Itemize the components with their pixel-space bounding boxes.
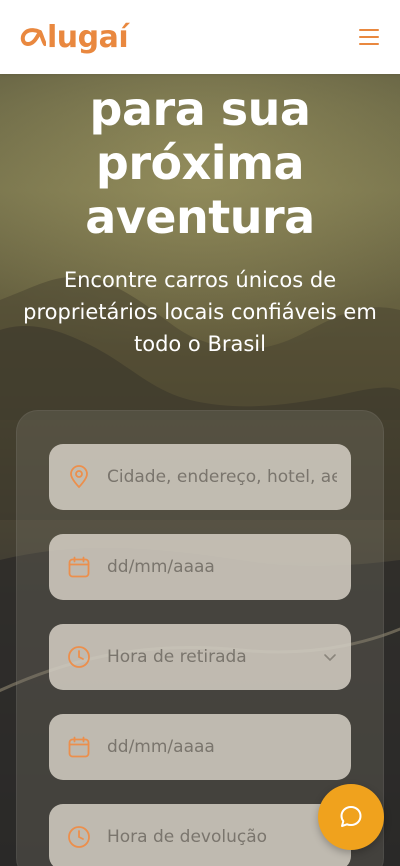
brand-name: lugaí (47, 19, 129, 55)
brand-alpha-icon (20, 28, 46, 46)
pickup-time-label: Hora de retirada (107, 647, 247, 667)
clock-icon (67, 825, 91, 849)
return-time-select[interactable]: Hora de devolução (49, 804, 351, 866)
headline-line: para sua (89, 82, 311, 136)
hamburger-icon-line (359, 36, 379, 38)
calendar-icon (67, 555, 91, 579)
pickup-date-input[interactable] (107, 557, 337, 577)
hero-headline: para sua próxima aventura (0, 82, 400, 244)
return-date-input[interactable] (107, 737, 337, 757)
return-time-label: Hora de devolução (107, 827, 268, 847)
chat-bubble-icon (340, 806, 362, 827)
headline-line: próxima (95, 136, 305, 190)
calendar-icon (67, 735, 91, 759)
menu-button[interactable] (356, 26, 382, 48)
chevron-down-icon (324, 654, 336, 662)
location-input[interactable] (107, 467, 337, 487)
brand-logo[interactable]: lugaí (18, 19, 129, 55)
top-header: lugaí (0, 0, 400, 74)
clock-icon (67, 645, 91, 669)
hamburger-icon-line (359, 29, 379, 31)
pickup-time-select[interactable]: Hora de retirada (49, 624, 351, 690)
chat-button[interactable] (318, 784, 384, 850)
return-date-field[interactable] (49, 714, 351, 780)
pickup-date-field[interactable] (49, 534, 351, 600)
headline-line: aventura (85, 190, 315, 244)
location-pin-icon (67, 465, 91, 489)
hamburger-icon-line (359, 43, 379, 45)
hero-subtitle: Encontre carros únicos de proprietários … (23, 268, 377, 356)
location-field[interactable] (49, 444, 351, 510)
